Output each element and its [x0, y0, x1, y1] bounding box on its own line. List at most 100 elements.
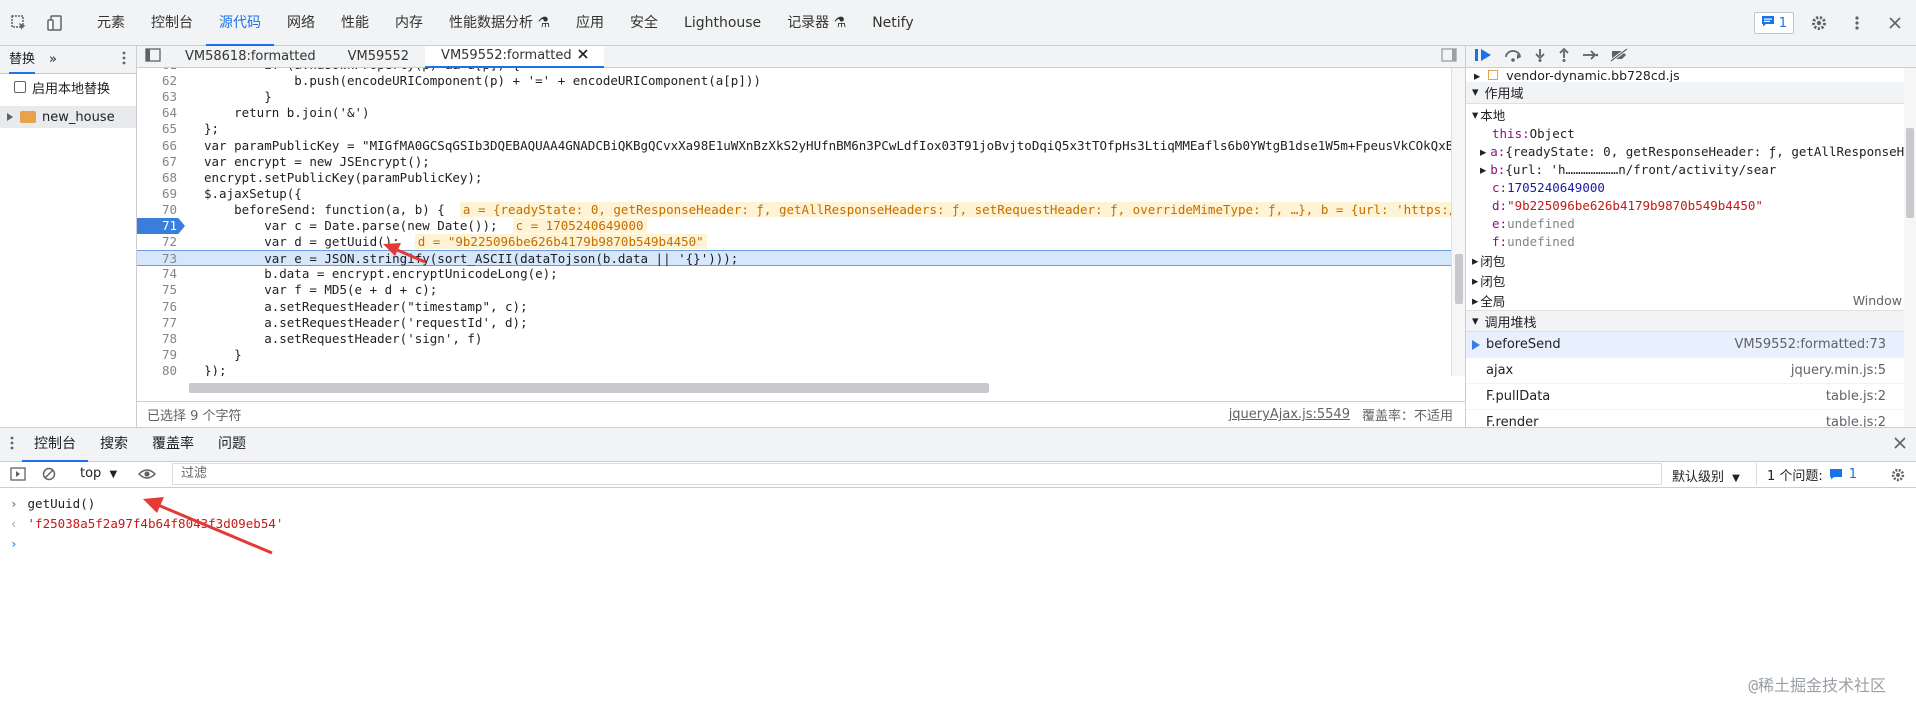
code-line[interactable]: 62 b.push(encodeURIComponent(p) + '=' + … [137, 73, 1465, 89]
editor-tab-vm59552-formatted[interactable]: VM59552:formatted [425, 45, 604, 68]
step-out-icon[interactable] [1558, 47, 1570, 66]
tab-network[interactable]: 网络 [274, 0, 328, 46]
editor-horizontal-scrollbar[interactable] [137, 380, 1465, 396]
editor-tab-vm58618[interactable]: VM58618:formatted [169, 46, 332, 68]
line-number[interactable]: 69 [137, 186, 185, 202]
editor-tab-vm59552[interactable]: VM59552 [332, 46, 425, 68]
tab-performance-insights[interactable]: 性能数据分析 ⚗ [436, 0, 563, 46]
line-number[interactable]: 68 [137, 170, 185, 186]
scope-variable-this[interactable]: this: Object [1466, 124, 1916, 142]
line-number[interactable]: 78 [137, 331, 185, 347]
drawer-tab-search[interactable]: 搜索 [88, 427, 140, 462]
code-line[interactable]: 76 a.setRequestHeader("timestamp", c); [137, 299, 1465, 315]
call-frame[interactable]: beforeSend VM59552:formatted:73 [1466, 332, 1916, 358]
log-level-selector[interactable]: 默认级别 ▼ [1672, 466, 1740, 485]
scope-variable-c[interactable]: c: 1705240649000 [1466, 178, 1916, 196]
line-number[interactable]: 73 [137, 251, 185, 267]
tab-sources[interactable]: 源代码 [206, 0, 274, 46]
code-line[interactable]: 73 var e = JSON.stringify(sort_ASCII(dat… [137, 250, 1465, 267]
code-line[interactable]: 64 return b.join('&') [137, 105, 1465, 121]
call-frame-file[interactable]: ▸ vendor-dynamic.bb728cd.js [1466, 68, 1916, 82]
scope-variable-f[interactable]: f: undefined [1466, 232, 1916, 250]
step-over-icon[interactable] [1504, 48, 1522, 66]
drawer-menu-icon[interactable] [0, 436, 22, 454]
scope-variable-d[interactable]: d: "9b225096be626b4179b9870b549b4450" [1466, 196, 1916, 214]
code-line[interactable]: 77 a.setRequestHeader('requestId', d); [137, 315, 1465, 331]
line-number[interactable]: 74 [137, 266, 185, 282]
toggle-sidebar-icon[interactable] [10, 467, 26, 485]
folder-item[interactable]: new_house [0, 106, 136, 128]
code-line[interactable]: 72 var d = getUuid(); d = "9b225096be626… [137, 234, 1465, 250]
tab-application[interactable]: 应用 [563, 0, 617, 46]
drawer-tab-coverage[interactable]: 覆盖率 [140, 427, 206, 462]
scope-variable-e[interactable]: e: undefined [1466, 214, 1916, 232]
line-number[interactable]: 65 [137, 121, 185, 137]
call-frame[interactable]: F.render table.js:2 [1466, 410, 1916, 427]
more-tabs-chevron[interactable]: » [49, 52, 57, 67]
tab-overrides[interactable]: 替换 [9, 46, 36, 74]
call-frame[interactable]: F.pullData table.js:2 [1466, 384, 1916, 410]
code-line[interactable]: 78 a.setRequestHeader('sign', f) [137, 331, 1465, 347]
line-number[interactable]: 72 [137, 234, 185, 250]
local-scope-header[interactable]: ▾ 本地 [1466, 104, 1916, 124]
close-devtools-icon[interactable] [1882, 10, 1908, 36]
step-icon[interactable] [1582, 49, 1599, 65]
call-frame-location[interactable]: table.js:2 [1826, 415, 1886, 427]
code-line[interactable]: 79 } [137, 347, 1465, 363]
enable-local-overrides[interactable]: 启用本地替换 [0, 74, 136, 100]
clear-console-icon[interactable] [42, 467, 56, 485]
tab-security[interactable]: 安全 [617, 0, 671, 46]
console-filter-input[interactable]: 过滤 [172, 463, 1662, 485]
close-tab-icon[interactable] [578, 45, 588, 67]
console-settings-gear-icon[interactable] [1890, 467, 1906, 487]
call-frame-location[interactable]: table.js:2 [1826, 389, 1886, 404]
line-number[interactable]: 63 [137, 89, 185, 105]
line-number[interactable]: 64 [137, 105, 185, 121]
drawer-tab-console[interactable]: 控制台 [22, 427, 88, 462]
console-output[interactable]: › getUuid() ‹ 'f25038a5f2a97f4b64f8043f3… [0, 489, 1916, 702]
settings-gear-icon[interactable] [1806, 10, 1832, 36]
code-editor[interactable]: 61 if (a.hasOwnProperty(p) && a[p]) {62 … [137, 68, 1465, 376]
navigator-menu-icon[interactable] [122, 51, 126, 69]
call-frame[interactable]: ajax jquery.min.js:5 [1466, 358, 1916, 384]
context-selector[interactable]: top ▼ [80, 466, 117, 481]
closure-scope[interactable]: ▸ 闭包 [1466, 250, 1916, 270]
issues-button[interactable]: 1 [1753, 12, 1794, 34]
global-scope[interactable]: ▸ 全局 Window [1466, 290, 1916, 310]
tab-recorder[interactable]: 记录器 ⚗ [774, 0, 859, 46]
line-number[interactable]: 77 [137, 315, 185, 331]
tab-performance[interactable]: 性能 [328, 0, 382, 46]
code-line[interactable]: 70 beforeSend: function(a, b) { a = {rea… [137, 201, 1465, 218]
source-link[interactable]: jqueryAjax.js:5549 [1229, 407, 1350, 422]
code-line[interactable]: 71 var c = Date.parse(new Date()); c = 1… [137, 218, 1465, 234]
step-into-icon[interactable] [1534, 48, 1546, 66]
editor-vertical-scrollbar[interactable] [1451, 68, 1465, 376]
drawer-tab-issues[interactable]: 问题 [206, 427, 258, 462]
code-line[interactable]: 74 b.data = encrypt.encryptUnicodeLong(e… [137, 266, 1465, 282]
toggle-navigator-icon[interactable] [137, 47, 169, 66]
scrollbar-thumb[interactable] [189, 383, 989, 393]
console-prompt[interactable]: › [0, 533, 1916, 553]
line-number[interactable]: 76 [137, 299, 185, 315]
call-frame-location[interactable]: jquery.min.js:5 [1791, 363, 1886, 378]
deactivate-breakpoints-icon[interactable] [1610, 47, 1628, 66]
live-expression-eye-icon[interactable] [137, 467, 157, 485]
scope-variable-b[interactable]: ▸ b: {url: 'h…………………n/front/activity/sear [1466, 160, 1916, 178]
tab-netify[interactable]: Netify [859, 0, 926, 46]
code-line[interactable]: 75 var f = MD5(e + d + c); [137, 282, 1465, 298]
call-frame-location[interactable]: VM59552:formatted:73 [1735, 337, 1887, 352]
tab-lighthouse[interactable]: Lighthouse [671, 0, 774, 46]
line-number[interactable]: 75 [137, 282, 185, 298]
more-options-icon[interactable] [1844, 10, 1870, 36]
line-number[interactable]: 62 [137, 73, 185, 89]
close-drawer-icon[interactable] [1894, 436, 1906, 453]
closure-scope[interactable]: ▸ 闭包 [1466, 270, 1916, 290]
code-line[interactable]: 66 var paramPublicKey = "MIGfMA0GCSqGSIb3… [137, 138, 1465, 154]
enable-local-overrides-checkbox[interactable] [14, 81, 26, 93]
code-line[interactable]: 65}; [137, 121, 1465, 137]
line-number[interactable]: 66 [137, 138, 185, 154]
line-number[interactable]: 67 [137, 154, 185, 170]
tab-memory[interactable]: 内存 [382, 0, 436, 46]
tab-console[interactable]: 控制台 [138, 0, 206, 46]
call-stack-section-header[interactable]: ▾ 调用堆栈 [1466, 310, 1916, 332]
